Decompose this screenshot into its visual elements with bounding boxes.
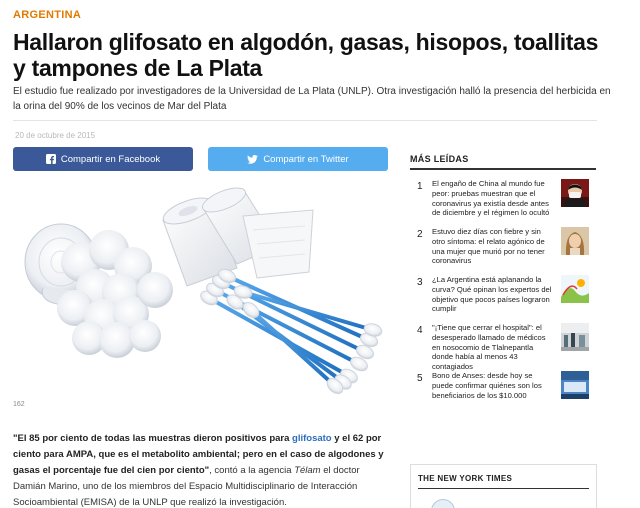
rank-number: 5 [417, 373, 423, 384]
rank-number: 2 [417, 229, 423, 240]
body-source: Télam [294, 465, 321, 476]
article-headline: Hallaron glifosato en algodón, gasas, hi… [13, 29, 599, 81]
article-body: "El 85 por ciento de todas las muestras … [13, 431, 393, 508]
most-read-title: MÁS LEÍDAS [410, 154, 469, 164]
nyt-widget: THE NEW YORK TIMES [410, 464, 597, 508]
article-hero-image [13, 180, 393, 400]
share-facebook-button[interactable]: Compartir en Facebook [13, 147, 193, 171]
photo-credit: 162 [13, 401, 25, 408]
most-read-item[interactable]: 2 Estuvo diez días con fiebre y sin otro… [410, 222, 596, 270]
illustration-chart-thumbnail[interactable] [561, 275, 589, 303]
rank-headline[interactable]: El engaño de China al mundo fue peor: pr… [432, 179, 554, 218]
rank-headline[interactable]: "¡Tiene que cerrar el hospital": el dese… [432, 323, 554, 372]
body-keyword-link[interactable]: glifosato [292, 433, 332, 444]
rank-number: 1 [417, 181, 423, 192]
share-twitter-button[interactable]: Compartir en Twitter [208, 147, 388, 171]
nyt-widget-title: THE NEW YORK TIMES [418, 474, 513, 483]
nyt-widget-divider [418, 488, 589, 489]
nyt-thumbnail[interactable] [431, 499, 455, 508]
article-lead: El estudio fue realizado por investigado… [13, 86, 611, 112]
most-read-divider [410, 168, 596, 170]
share-facebook-label: Compartir en Facebook [60, 153, 161, 165]
woman-portrait-thumbnail[interactable] [561, 227, 589, 255]
body-mid: , contó a la agencia [209, 465, 295, 476]
header-divider [13, 120, 597, 121]
most-read-item[interactable]: 1 El engaño de China al mundo fue peor: … [410, 174, 596, 222]
most-read-list: 1 El engaño de China al mundo fue peor: … [410, 174, 596, 414]
article-date: 20 de octubre de 2015 [15, 131, 96, 140]
section-tag[interactable]: ARGENTINA [13, 9, 81, 21]
rank-headline[interactable]: Bono de Anses: desde hoy se puede confir… [432, 371, 554, 400]
hospital-corridor-thumbnail[interactable] [561, 323, 589, 351]
most-read-item[interactable]: 5 Bono de Anses: desde hoy se puede conf… [410, 366, 596, 414]
masked-person-thumbnail[interactable] [561, 179, 589, 207]
body-quote-start: "El 85 por ciento de todas las muestras … [13, 433, 293, 444]
most-read-item[interactable]: 3 ¿La Argentina está aplanando la curva?… [410, 270, 596, 318]
rank-number: 3 [417, 277, 423, 288]
rank-headline[interactable]: Estuvo diez días con fiebre y sin otro s… [432, 227, 554, 266]
share-twitter-label: Compartir en Twitter [263, 153, 349, 165]
anses-sign-thumbnail[interactable] [561, 371, 589, 399]
twitter-icon [247, 154, 259, 164]
facebook-icon [45, 154, 56, 164]
rank-headline[interactable]: ¿La Argentina está aplanando la curva? Q… [432, 275, 554, 314]
rank-number: 4 [417, 325, 423, 336]
most-read-item[interactable]: 4 "¡Tiene que cerrar el hospital": el de… [410, 318, 596, 371]
